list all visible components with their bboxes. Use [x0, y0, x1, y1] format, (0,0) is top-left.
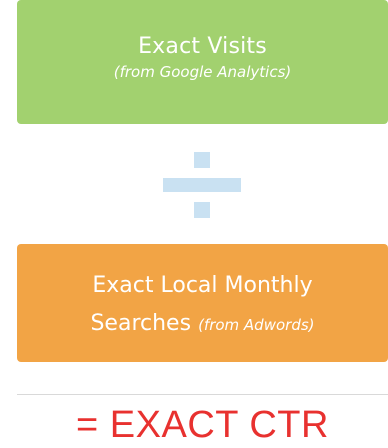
division-dot-top: [194, 152, 210, 168]
numerator-title: Exact Visits: [138, 34, 267, 59]
division-dot-bottom: [194, 202, 210, 218]
denominator-box: Exact Local Monthly Searches (from Adwor…: [17, 244, 388, 362]
denominator-title-line1: Exact Local Monthly: [92, 273, 313, 298]
denominator-title-line2: Searches (from Adwords): [17, 310, 388, 339]
divider-line: [17, 394, 388, 395]
denominator-source: (from Adwords): [198, 316, 315, 334]
numerator-box: Exact Visits (from Google Analytics): [17, 0, 388, 124]
numerator-source: (from Google Analytics): [113, 63, 292, 81]
result-label: = EXACT CTR: [76, 404, 329, 446]
division-bar: [163, 178, 241, 192]
division-icon: [17, 150, 388, 220]
denominator-title-searches: Searches: [90, 311, 192, 336]
